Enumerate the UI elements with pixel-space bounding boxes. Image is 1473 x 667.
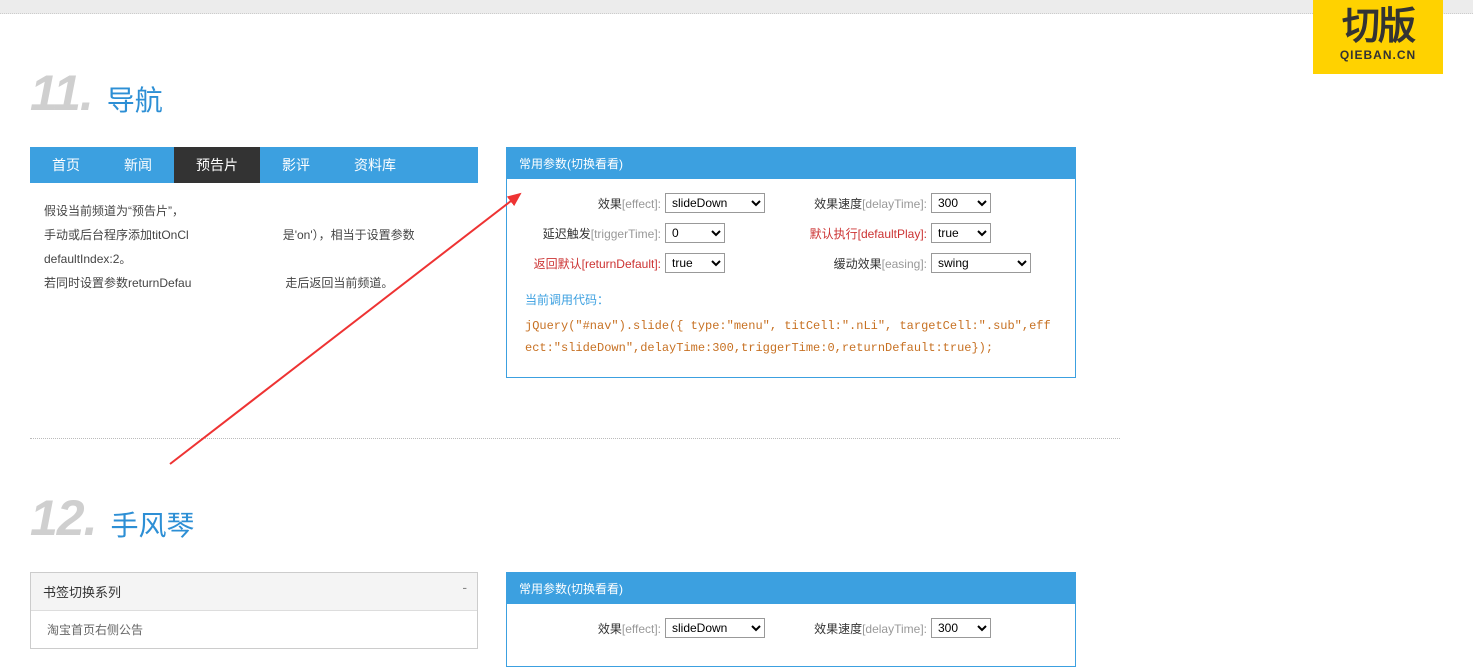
nav-item-home[interactable]: 首页 [30, 147, 102, 183]
param-label: 效果速度[delayTime]: [791, 620, 931, 637]
accordion-header[interactable]: 书签切换系列 - [31, 573, 477, 611]
panel-header: 常用参数(切换看看) [507, 148, 1075, 179]
section-nav: 11. 导航 首页 新闻 预告片 影评 资料库 假设当前频道为“预告片”， 手动… [30, 64, 1120, 378]
logo-text: 切版 [1313, 8, 1443, 46]
section-number: 12. [30, 489, 97, 547]
param-label: 延迟触发[triggerTime]: [525, 225, 665, 242]
param-label: 效果[effect]: [525, 195, 665, 212]
accordion-title: 书签切换系列 [43, 585, 121, 600]
param-select[interactable]: slideDown [665, 618, 765, 638]
param-select[interactable]: swing [931, 253, 1031, 273]
param-select[interactable]: 0 [665, 223, 725, 243]
param-select[interactable]: true [665, 253, 725, 273]
param-select[interactable]: true [931, 223, 991, 243]
param-select[interactable]: 300 [931, 193, 991, 213]
panel-header: 常用参数(切换看看) [507, 573, 1075, 604]
param-label: 效果[effect]: [525, 620, 665, 637]
nav-description: 假设当前频道为“预告片”， 手动或后台程序添加titOnCl是'on'），相当于… [30, 183, 478, 311]
nav-item-news[interactable]: 新闻 [102, 147, 174, 183]
param-select[interactable]: 300 [931, 618, 991, 638]
nav-demo: 首页 新闻 预告片 影评 资料库 假设当前频道为“预告片”， 手动或后台程序添加… [30, 147, 478, 378]
section-accordion: 12. 手风琴 书签切换系列 - 淘宝首页右侧公告 常用参数(切换看看) 效果[… [30, 439, 1120, 667]
code-label: 当前调用代码： [525, 291, 1057, 308]
nav-bar: 首页 新闻 预告片 影评 资料库 [30, 147, 478, 183]
section-title: 12. 手风琴 [30, 489, 1120, 547]
site-logo[interactable]: 切版 QIEBAN.CN [1313, 0, 1443, 74]
code-output: jQuery("#nav").slide({ type:"menu", titC… [525, 316, 1057, 359]
param-label: 返回默认[returnDefault]: [525, 255, 665, 272]
params-panel: 常用参数(切换看看) 效果[effect]:slideDown 效果速度[dela… [506, 572, 1076, 667]
nav-item-database[interactable]: 资料库 [332, 147, 418, 183]
nav-item-trailer[interactable]: 预告片 [174, 147, 260, 183]
collapse-icon: - [462, 579, 467, 595]
top-bar [0, 0, 1473, 14]
section-title: 11. 导航 [30, 64, 1120, 122]
section-name: 手风琴 [111, 504, 195, 544]
section-name: 导航 [107, 79, 163, 119]
param-label: 缓动效果[easing]: [791, 255, 931, 272]
param-label: 效果速度[delayTime]: [791, 195, 931, 212]
param-label: 默认执行[defaultPlay]: [791, 225, 931, 242]
param-select[interactable]: slideDown [665, 193, 765, 213]
section-number: 11. [30, 64, 93, 122]
accordion-item[interactable]: 淘宝首页右侧公告 [31, 611, 477, 648]
params-panel: 常用参数(切换看看) 效果[effect]:slideDown 效果速度[dela… [506, 147, 1076, 378]
nav-item-review[interactable]: 影评 [260, 147, 332, 183]
logo-url: QIEBAN.CN [1313, 48, 1443, 62]
accordion-demo: 书签切换系列 - 淘宝首页右侧公告 [30, 572, 478, 667]
